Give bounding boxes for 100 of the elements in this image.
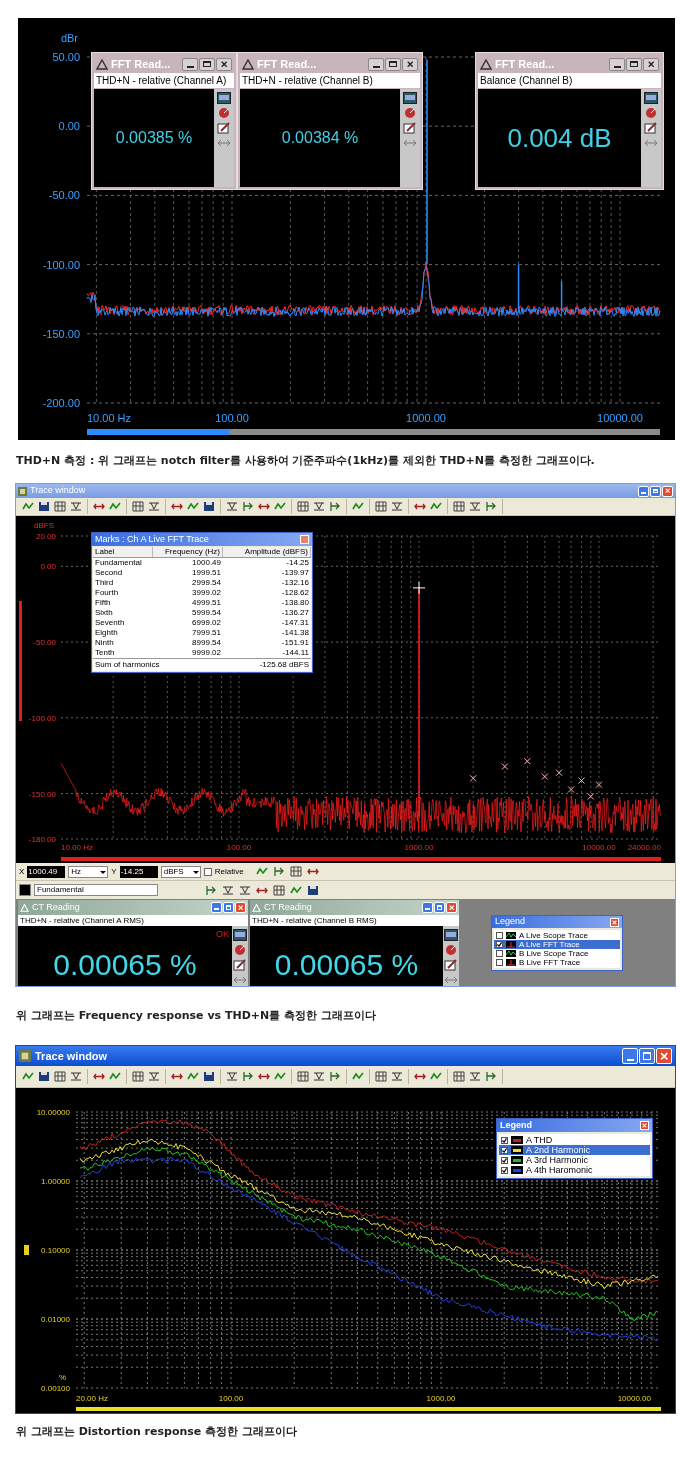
column-header[interactable]: Amplitude (dBFS) xyxy=(223,547,311,557)
checkbox[interactable] xyxy=(501,1146,508,1154)
minimize-button[interactable] xyxy=(609,57,625,71)
color-swatch[interactable] xyxy=(19,884,31,896)
column-header[interactable]: Frequency (Hz) xyxy=(153,547,223,557)
scrollbar[interactable] xyxy=(61,857,661,861)
checkbox[interactable] xyxy=(496,959,503,966)
wave-icon xyxy=(506,932,516,939)
display-icon[interactable] xyxy=(444,929,458,941)
y-axis-unit: dBr xyxy=(60,32,78,44)
toolbar-button[interactable] xyxy=(52,499,68,514)
edit-icon[interactable] xyxy=(403,122,417,134)
maximize-button[interactable] xyxy=(199,57,215,71)
table-cell-text: Fourth xyxy=(94,588,120,598)
maximize-button[interactable] xyxy=(626,57,642,71)
toolbar-button[interactable] xyxy=(36,1069,52,1084)
table-cell-text: Fundamental xyxy=(94,558,143,568)
y-axis-label: -150.00 xyxy=(42,327,80,340)
checkbox[interactable] xyxy=(501,1156,508,1164)
dial-icon[interactable] xyxy=(644,107,658,119)
table-cell-text: Third xyxy=(94,578,115,588)
window-title: Trace window xyxy=(30,484,87,498)
toolbar-button[interactable] xyxy=(288,865,303,878)
x-label: X xyxy=(19,865,25,878)
dial-icon[interactable] xyxy=(403,107,417,119)
toolbar-button[interactable] xyxy=(373,1069,389,1084)
toolbar-button[interactable] xyxy=(306,883,320,897)
minimize-button[interactable] xyxy=(368,57,384,71)
y-axis-label: -180.00 xyxy=(28,835,56,844)
display-icon[interactable] xyxy=(403,92,417,104)
toolbar-button[interactable] xyxy=(451,1069,467,1084)
toolbar-button[interactable] xyxy=(272,883,286,897)
minimize-button[interactable] xyxy=(182,57,198,71)
toolbar-button[interactable] xyxy=(373,499,389,514)
edit-icon[interactable] xyxy=(444,959,458,971)
dial-icon[interactable] xyxy=(233,944,247,956)
unit-dropdown[interactable]: dBFS xyxy=(160,865,201,878)
dial-icon[interactable] xyxy=(217,107,231,119)
edit-icon[interactable] xyxy=(217,122,231,134)
column-header[interactable]: Label xyxy=(93,547,153,557)
legend-title: Legend xyxy=(495,915,526,929)
toolbar-button[interactable] xyxy=(130,1069,146,1084)
toolbar-button[interactable] xyxy=(451,499,467,514)
wave-icon xyxy=(506,950,516,957)
display-icon[interactable] xyxy=(644,92,658,104)
table-cell-text: -132.16 xyxy=(280,578,310,588)
scrollbar[interactable] xyxy=(87,429,660,435)
toolbar-button[interactable] xyxy=(130,499,146,514)
x-axis-label: 20.00 Hz xyxy=(76,1394,109,1403)
grid-icon xyxy=(132,501,144,512)
wave-icon xyxy=(255,866,268,877)
toolbar-button[interactable] xyxy=(204,883,218,897)
harmonic-marker xyxy=(567,785,575,793)
toolbar-button[interactable] xyxy=(52,1069,68,1084)
table-cell-text: Second xyxy=(94,568,124,578)
table-cell-text: 5999.54 xyxy=(191,608,222,618)
checkbox[interactable] xyxy=(501,1136,508,1144)
checkbox[interactable] xyxy=(501,1166,508,1174)
legend-item[interactable]: A 2nd Harmonic xyxy=(499,1145,650,1155)
table-cell-text: Tenth xyxy=(94,648,116,658)
toolbar-button[interactable] xyxy=(295,1069,311,1084)
window-title: CT Reading xyxy=(32,900,81,914)
checkbox[interactable] xyxy=(203,867,212,876)
edit-icon[interactable] xyxy=(233,959,247,971)
display-icon[interactable] xyxy=(233,929,247,941)
checkbox[interactable] xyxy=(496,941,503,948)
table-cell-text: -136.27 xyxy=(280,608,310,618)
table-cell-text: 8999.54 xyxy=(191,638,222,648)
scrollbar[interactable] xyxy=(76,1407,661,1411)
y-axis-label: 20.00 xyxy=(35,532,56,541)
x-value-field[interactable]: 1000.49 xyxy=(27,865,66,878)
checkbox[interactable] xyxy=(496,950,503,957)
reading-value: 0.00065 % xyxy=(53,947,197,983)
toolbar-button[interactable] xyxy=(201,499,217,514)
toolbar-button[interactable] xyxy=(271,865,286,878)
y-value-field[interactable]: -14.25 xyxy=(119,865,158,878)
unit-dropdown[interactable]: Hz xyxy=(68,865,109,878)
window-title: Marks : Ch A Live FFT Trace xyxy=(95,532,209,546)
close-button[interactable] xyxy=(216,57,232,71)
close-button[interactable] xyxy=(643,57,659,71)
relative-label: Relative xyxy=(214,865,244,878)
y-axis-label: -50.00 xyxy=(48,189,80,202)
display-icon[interactable] xyxy=(217,92,231,104)
harmonic-marker xyxy=(523,757,531,765)
maximize-button[interactable] xyxy=(385,57,401,71)
wave-icon xyxy=(352,1071,364,1082)
toolbar-button[interactable] xyxy=(36,499,52,514)
y-axis-unit: dBFS xyxy=(34,521,54,530)
toolbar-button[interactable] xyxy=(295,499,311,514)
toolbar-button[interactable] xyxy=(201,1069,217,1084)
edit-icon[interactable] xyxy=(644,122,658,134)
cursor-marker xyxy=(24,1245,29,1255)
close-button[interactable] xyxy=(402,57,418,71)
table-cell-text: -128.62 xyxy=(280,588,310,598)
arrows-icon xyxy=(414,1071,426,1082)
harmonic-marker xyxy=(578,777,586,784)
mark-name-field[interactable]: Fundamental xyxy=(34,884,158,896)
legend-item[interactable]: A Live FFT Trace xyxy=(494,940,620,949)
checkbox[interactable] xyxy=(496,932,503,939)
dial-icon[interactable] xyxy=(444,944,458,956)
